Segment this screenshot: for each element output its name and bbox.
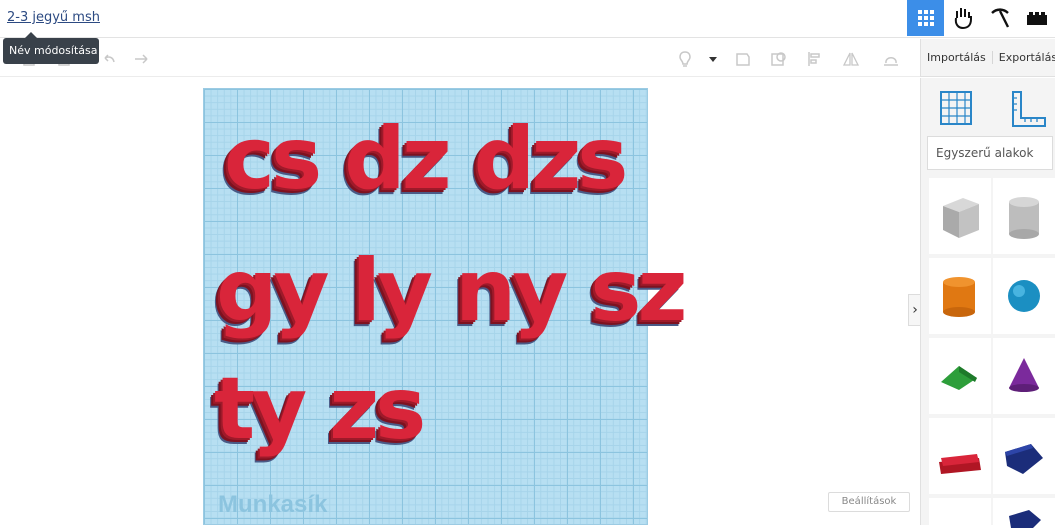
- settings-button[interactable]: Beállítások: [828, 492, 910, 512]
- mirror-icon[interactable]: [842, 50, 860, 68]
- pickaxe-icon[interactable]: [981, 0, 1018, 36]
- top-bar: 2-3 jegyű msh: [0, 0, 1055, 38]
- roof-icon: [941, 366, 977, 390]
- panel-icons: [921, 84, 1055, 134]
- shape-text-tile[interactable]: [929, 418, 991, 494]
- shape-polygon-tile[interactable]: [993, 418, 1055, 494]
- box-striped-icon: [943, 198, 979, 238]
- shapes-panel: Egyszerű alakok: [920, 78, 1055, 528]
- shape-cylinder-striped-tile[interactable]: [993, 178, 1055, 254]
- side-header: Importálás Exportálás: [920, 39, 1055, 77]
- export-button[interactable]: Exportálás: [993, 51, 1055, 64]
- redo-icon[interactable]: [132, 50, 150, 68]
- cylinder-icon: [943, 277, 975, 317]
- group-icon[interactable]: [734, 50, 752, 68]
- top-icons: [907, 0, 1055, 38]
- letters-row-3[interactable]: ty zs: [214, 359, 426, 459]
- undo-icon[interactable]: [100, 50, 118, 68]
- bricks-icon[interactable]: [1018, 0, 1055, 36]
- align-icon[interactable]: [806, 50, 824, 68]
- workplane-icon[interactable]: [939, 90, 973, 126]
- shape-box-tile[interactable]: [929, 178, 991, 254]
- shape-roof-tile[interactable]: [929, 338, 991, 414]
- shape-cylinder-tile[interactable]: [929, 258, 991, 334]
- grid-view-icon[interactable]: [907, 0, 944, 36]
- polygon-icon: [1005, 444, 1043, 474]
- cone-icon: [1009, 358, 1039, 392]
- shape-cone-tile[interactable]: [993, 338, 1055, 414]
- workplane[interactable]: cs dz dzs gy ly ny sz ty zs Munkasík: [203, 88, 688, 525]
- import-button[interactable]: Importálás: [921, 51, 993, 64]
- sphere-icon: [1008, 280, 1040, 312]
- design-title-link[interactable]: 2-3 jegyű msh: [7, 10, 100, 25]
- text-icon: [939, 454, 981, 474]
- letters-row-2[interactable]: gy ly ny sz: [216, 241, 688, 341]
- shape-sphere-tile[interactable]: [993, 258, 1055, 334]
- design-canvas[interactable]: cs dz dzs gy ly ny sz ty zs Munkasík: [0, 78, 920, 525]
- cruise-icon[interactable]: [882, 50, 900, 68]
- ruler-icon[interactable]: [1009, 90, 1047, 128]
- rename-tooltip: Név módosítása: [3, 32, 99, 64]
- lightbulb-icon[interactable]: [676, 50, 694, 68]
- edit-toolbar: [0, 39, 920, 77]
- workplane-label: Munkasík: [218, 491, 328, 518]
- letters-row-1[interactable]: cs dz dzs: [224, 109, 628, 209]
- cylinder-striped-icon: [1009, 197, 1039, 239]
- ungroup-icon[interactable]: [770, 50, 788, 68]
- shape-tile-more-1[interactable]: [929, 498, 991, 528]
- shape-category-dropdown[interactable]: Egyszerű alakok: [927, 136, 1053, 170]
- shape-tile-more-2[interactable]: [993, 498, 1055, 528]
- polygon-partial-icon: [1009, 510, 1041, 528]
- hand-tinker-icon[interactable]: [944, 0, 981, 36]
- light-dropdown-icon[interactable]: [704, 50, 722, 68]
